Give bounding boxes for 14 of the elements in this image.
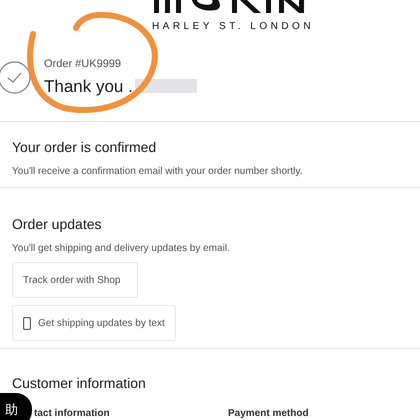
- section-heading: Your order is confirmed: [12, 138, 158, 157]
- shipping-button[interactable]: Get shipping updates by text: [12, 305, 176, 341]
- brand-tagline: HARLEY ST. LONDON: [152, 20, 314, 34]
- phone-icon: [23, 316, 31, 330]
- section-text: You'll get shipping and delivery updates by email.: [12, 242, 231, 256]
- column-heading: tact information: [33, 407, 111, 420]
- order-number: Order #UK9999: [44, 57, 122, 72]
- section-heading: Customer information: [12, 374, 147, 393]
- help-badge[interactable]: 助: [0, 393, 32, 420]
- shipping-button[interactable]: Track order with Shop: [12, 262, 138, 298]
- column-heading: Payment method: [228, 407, 310, 420]
- section-heading: Order updates: [12, 215, 102, 234]
- greeting-text: Thank you .: [44, 76, 133, 98]
- section-text: You'll receive a confirmation email with your order number shortly.: [12, 165, 304, 179]
